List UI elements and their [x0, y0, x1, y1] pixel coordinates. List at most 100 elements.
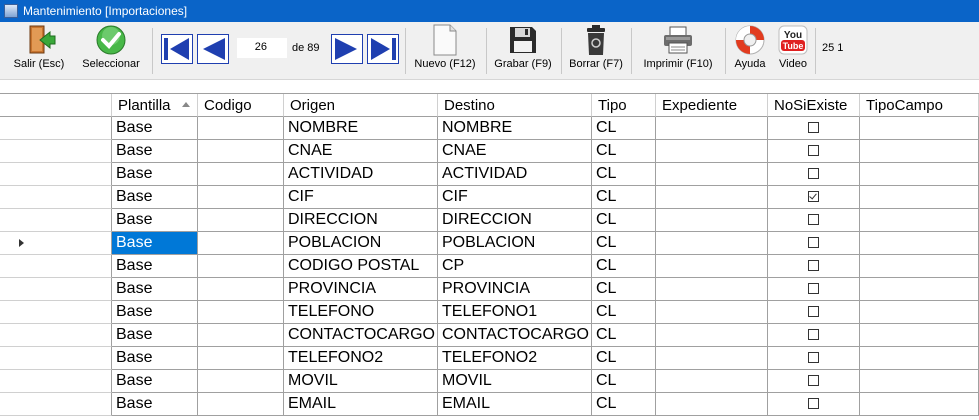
cell-destino[interactable]: ACTIVIDAD	[438, 163, 592, 186]
cell-tipo[interactable]: CL	[592, 140, 656, 163]
cell-tipocampo[interactable]	[860, 370, 979, 393]
cell-expediente[interactable]	[656, 347, 768, 370]
cell-expediente[interactable]	[656, 209, 768, 232]
row-indicator[interactable]	[0, 232, 112, 255]
cell-destino[interactable]: EMAIL	[438, 393, 592, 416]
cell-expediente[interactable]	[656, 140, 768, 163]
cell-nosiexiste[interactable]	[768, 209, 860, 232]
cell-nosiexiste[interactable]	[768, 324, 860, 347]
cell-nosiexiste[interactable]	[768, 186, 860, 209]
cell-expediente[interactable]	[656, 370, 768, 393]
cell-plantilla[interactable]: Base	[112, 117, 198, 140]
cell-destino[interactable]: TELEFONO2	[438, 347, 592, 370]
print-button[interactable]: Imprimir (F10)	[637, 22, 719, 78]
cell-expediente[interactable]	[656, 255, 768, 278]
cell-plantilla[interactable]: Base	[112, 278, 198, 301]
checkbox-unchecked[interactable]	[807, 145, 819, 156]
select-button[interactable]: Seleccionar	[78, 22, 144, 78]
cell-nosiexiste[interactable]	[768, 163, 860, 186]
cell-codigo[interactable]	[198, 140, 284, 163]
table-row[interactable]: Base POBLACION POBLACION CL	[0, 232, 979, 255]
cell-origen[interactable]: MOVIL	[284, 370, 438, 393]
cell-origen[interactable]: CODIGO POSTAL	[284, 255, 438, 278]
cell-nosiexiste[interactable]	[768, 370, 860, 393]
new-button[interactable]: Nuevo (F12)	[410, 22, 480, 78]
cell-nosiexiste[interactable]	[768, 255, 860, 278]
checkbox-checked[interactable]	[807, 191, 819, 202]
exit-button[interactable]: Salir (Esc)	[8, 22, 70, 78]
save-button[interactable]: Grabar (F9)	[491, 22, 555, 78]
cell-destino[interactable]: CNAE	[438, 140, 592, 163]
cell-origen[interactable]: POBLACION	[284, 232, 438, 255]
cell-codigo[interactable]	[198, 163, 284, 186]
cell-tipo[interactable]: CL	[592, 163, 656, 186]
checkbox-unchecked[interactable]	[807, 352, 819, 363]
row-indicator[interactable]	[0, 163, 112, 186]
cell-expediente[interactable]	[656, 278, 768, 301]
last-record-button[interactable]	[367, 34, 399, 64]
cell-tipo[interactable]: CL	[592, 347, 656, 370]
cell-tipocampo[interactable]	[860, 255, 979, 278]
cell-nosiexiste[interactable]	[768, 347, 860, 370]
cell-codigo[interactable]	[198, 301, 284, 324]
row-indicator[interactable]	[0, 347, 112, 370]
table-row[interactable]: Base CODIGO POSTAL CP CL	[0, 255, 979, 278]
cell-tipocampo[interactable]	[860, 163, 979, 186]
checkbox-unchecked[interactable]	[807, 260, 819, 271]
cell-tipo[interactable]: CL	[592, 301, 656, 324]
header-tipo[interactable]: Tipo	[592, 94, 656, 117]
cell-codigo[interactable]	[198, 370, 284, 393]
checkbox-unchecked[interactable]	[807, 168, 819, 179]
table-row[interactable]: Base EMAIL EMAIL CL	[0, 393, 979, 416]
cell-origen[interactable]: TELEFONO	[284, 301, 438, 324]
cell-codigo[interactable]	[198, 278, 284, 301]
cell-plantilla[interactable]: Base	[112, 370, 198, 393]
header-tipocampo[interactable]: TipoCampo	[860, 94, 979, 117]
cell-tipocampo[interactable]	[860, 186, 979, 209]
cell-origen[interactable]: DIRECCION	[284, 209, 438, 232]
checkbox-unchecked[interactable]	[807, 306, 819, 317]
cell-plantilla[interactable]: Base	[112, 324, 198, 347]
cell-destino[interactable]: MOVIL	[438, 370, 592, 393]
cell-destino[interactable]: PROVINCIA	[438, 278, 592, 301]
cell-plantilla[interactable]: Base	[112, 140, 198, 163]
record-number-input[interactable]: 26	[237, 38, 287, 58]
cell-plantilla[interactable]: Base	[112, 163, 198, 186]
cell-tipocampo[interactable]	[860, 347, 979, 370]
cell-tipocampo[interactable]	[860, 278, 979, 301]
cell-plantilla[interactable]: Base	[112, 393, 198, 416]
checkbox-unchecked[interactable]	[807, 214, 819, 225]
checkbox-unchecked[interactable]	[807, 375, 819, 386]
cell-tipocampo[interactable]	[860, 393, 979, 416]
cell-nosiexiste[interactable]	[768, 117, 860, 140]
next-record-button[interactable]	[331, 34, 363, 64]
cell-destino[interactable]: NOMBRE	[438, 117, 592, 140]
table-row[interactable]: Base CNAE CNAE CL	[0, 140, 979, 163]
cell-origen[interactable]: EMAIL	[284, 393, 438, 416]
checkbox-unchecked[interactable]	[807, 237, 819, 248]
header-nosiexiste[interactable]: NoSiExiste	[768, 94, 860, 117]
row-indicator[interactable]	[0, 140, 112, 163]
cell-tipo[interactable]: CL	[592, 232, 656, 255]
table-row[interactable]: Base CONTACTOCARGO CONTACTOCARGO CL	[0, 324, 979, 347]
cell-nosiexiste[interactable]	[768, 393, 860, 416]
cell-tipocampo[interactable]	[860, 140, 979, 163]
row-indicator[interactable]	[0, 186, 112, 209]
cell-plantilla[interactable]: Base	[112, 209, 198, 232]
cell-expediente[interactable]	[656, 232, 768, 255]
cell-tipo[interactable]: CL	[592, 278, 656, 301]
cell-origen[interactable]: CONTACTOCARGO	[284, 324, 438, 347]
cell-origen[interactable]: CNAE	[284, 140, 438, 163]
checkbox-unchecked[interactable]	[807, 283, 819, 294]
cell-origen[interactable]: NOMBRE	[284, 117, 438, 140]
cell-nosiexiste[interactable]	[768, 278, 860, 301]
cell-tipo[interactable]: CL	[592, 324, 656, 347]
cell-tipo[interactable]: CL	[592, 370, 656, 393]
cell-destino[interactable]: CIF	[438, 186, 592, 209]
header-destino[interactable]: Destino	[438, 94, 592, 117]
cell-plantilla[interactable]: Base	[112, 347, 198, 370]
cell-origen[interactable]: TELEFONO2	[284, 347, 438, 370]
cell-codigo[interactable]	[198, 117, 284, 140]
row-indicator[interactable]	[0, 324, 112, 347]
table-row[interactable]: Base TELEFONO2 TELEFONO2 CL	[0, 347, 979, 370]
